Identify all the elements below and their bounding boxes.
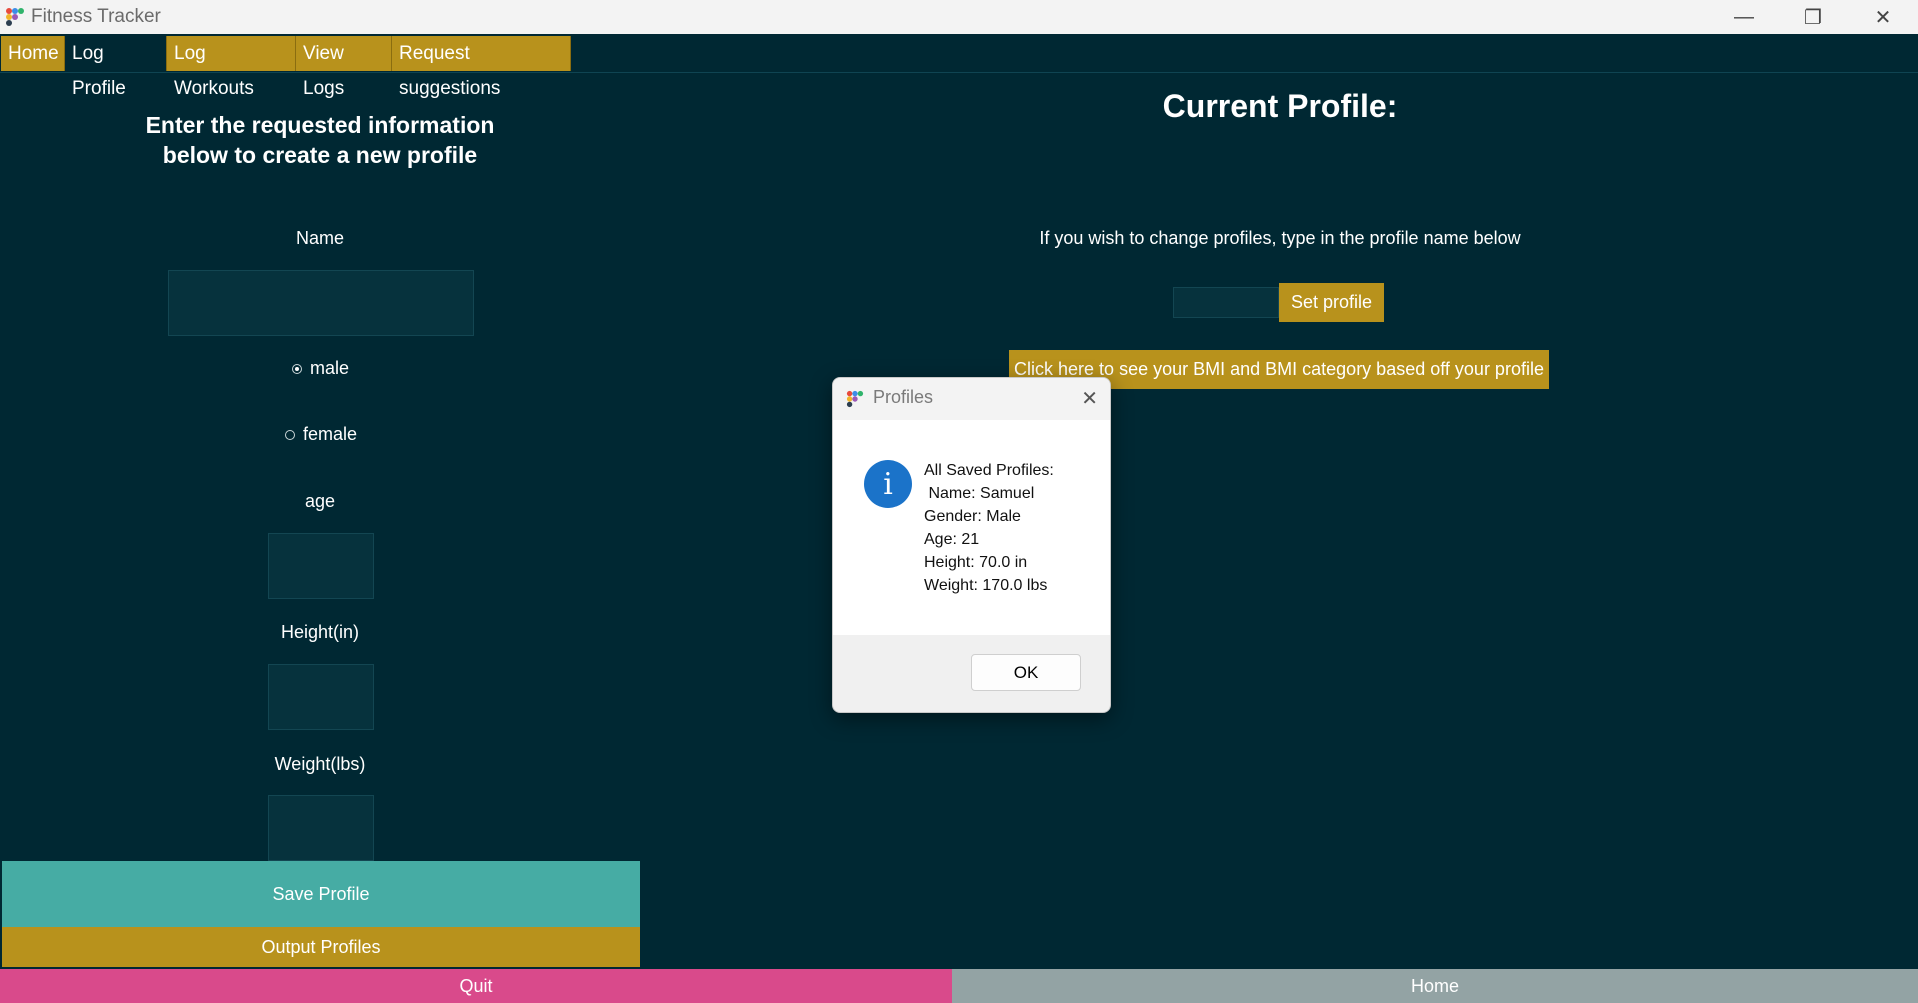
set-profile-button[interactable]: Set profile [1279,283,1384,322]
current-profile-title: Current Profile: [1162,88,1398,124]
radio-male-label: male [310,358,350,378]
window-title: Fitness Tracker [31,6,161,27]
height-label: Height(in) [280,622,360,642]
radio-female-label: female [303,424,358,444]
minimize-icon: — [1734,5,1754,28]
dialog-close-button[interactable]: ✕ [1081,386,1098,411]
create-profile-heading: Enter the requested information below to… [100,110,540,170]
change-profile-instructions: If you wish to change profiles, type in … [1039,228,1521,248]
tab-view-logs[interactable]: View Logs [296,36,392,99]
restore-button[interactable]: ❐ [1778,0,1848,34]
save-profile-button[interactable]: Save Profile [2,861,640,927]
dialog-header: Profiles ✕ [833,378,1110,420]
output-profiles-button[interactable]: Output Profiles [2,927,640,967]
quit-button[interactable]: Quit [0,969,952,1003]
name-label: Name [295,228,344,248]
height-input[interactable] [268,664,374,730]
tab-log-workouts[interactable]: Log Workouts [167,36,296,99]
home-button[interactable]: Home [952,969,1918,1003]
ok-button[interactable]: OK [971,654,1081,691]
radio-female[interactable]: female [285,424,357,445]
tab-log-profile[interactable]: Log Profile [65,36,167,99]
weight-label: Weight(lbs) [274,754,366,774]
dialog-title: Profiles [873,387,934,407]
heading-line-1: Enter the requested information [145,112,495,138]
age-label: age [304,491,336,511]
radio-unselected-icon [285,429,295,440]
dialog-body: i All Saved Profiles: Name: Samuel Gende… [833,420,1110,635]
name-input[interactable] [168,270,474,336]
dialog-message: All Saved Profiles: Name: Samuel Gender:… [924,462,1054,594]
profile-name-input[interactable] [1173,287,1279,318]
radio-male[interactable]: male [292,358,349,379]
close-icon: ✕ [1081,388,1098,410]
heading-line-2: below to create a new profile [162,142,478,168]
minimize-button[interactable]: — [1709,0,1779,34]
close-icon: ✕ [1874,6,1892,29]
tab-request-suggestions[interactable]: Request suggestions [392,36,571,99]
restore-icon: ❐ [1804,6,1822,29]
radio-selected-icon [292,363,302,374]
tab-home[interactable]: Home [1,36,65,71]
title-bar: Fitness Tracker — ❐ ✕ [0,0,1918,34]
age-input[interactable] [268,533,374,599]
tab-strip: Home Log Profile Log Workouts View Logs … [0,34,1918,99]
close-window-button[interactable]: ✕ [1848,0,1918,34]
app-logo-icon [846,390,864,408]
info-icon: i [864,460,912,508]
profiles-dialog: Profiles ✕ i All Saved Profiles: Name: S… [832,377,1111,713]
app-logo-icon [6,8,24,26]
weight-input[interactable] [268,795,374,861]
